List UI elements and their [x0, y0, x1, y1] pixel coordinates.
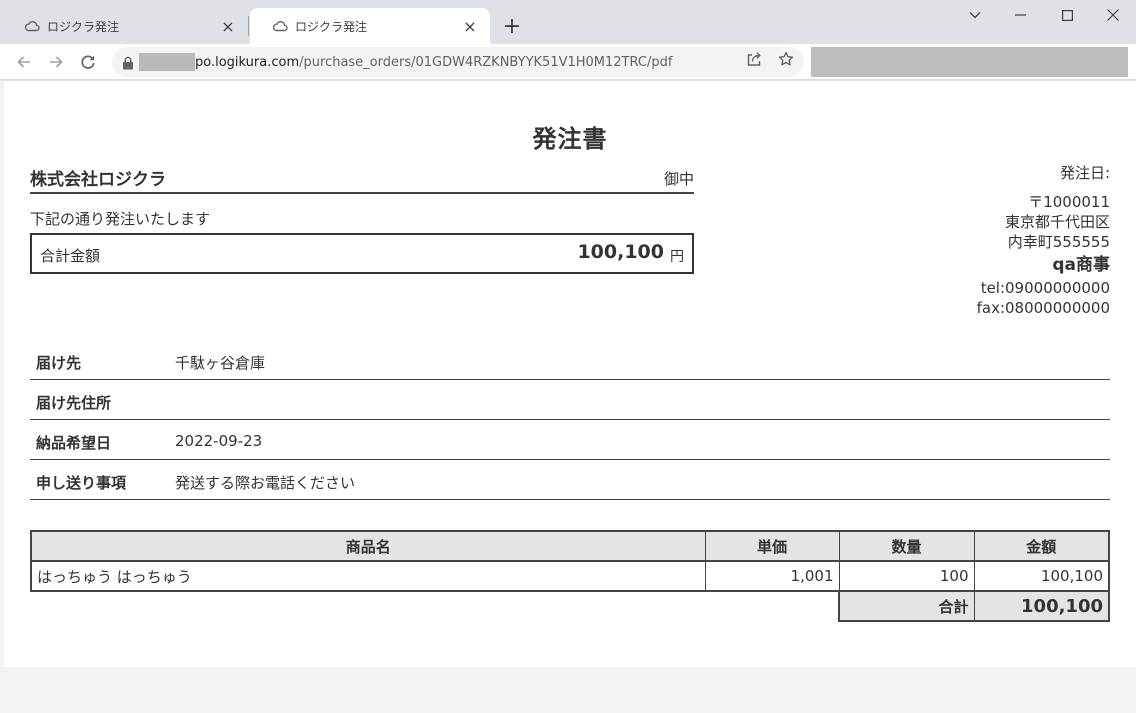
issuer-address2: 内幸町555555 — [1007, 233, 1110, 251]
info-label: 納品希望日 — [36, 434, 112, 452]
cell-unit-price: 1,001 — [704, 560, 840, 592]
browser-tab-active[interactable]: ロジクラ発注 × — [250, 8, 490, 44]
forward-arrow-icon[interactable] — [42, 48, 70, 76]
reload-icon[interactable] — [74, 48, 102, 76]
address-bar[interactable]: po.logikura.com/purchase_orders/01GDW4RZ… — [112, 47, 804, 77]
addressee-honorific: 御中 — [663, 170, 694, 188]
cell-amount: 100,100 — [973, 560, 1110, 592]
close-tab-icon[interactable]: × — [462, 17, 478, 36]
share-icon[interactable] — [743, 48, 765, 70]
close-tab-icon[interactable]: × — [220, 17, 236, 36]
items-header-row: 商品名 単価 数量 金額 — [30, 530, 1110, 562]
total-label: 合計金額 — [40, 247, 101, 265]
browser-tab[interactable]: ロジクラ発注 × — [2, 8, 249, 44]
tab-strip: ロジクラ発注 × ロジクラ発注 × + — [0, 0, 1136, 44]
issuer-block: 発注日: 〒1000011 東京都千代田区 内幸町555555 qa商事 tel… — [977, 163, 1110, 318]
column-header-quantity: 数量 — [838, 530, 975, 562]
items-table: 商品名 単価 数量 金額 はっちゅう はっちゅう 1,001 100 100,1… — [30, 530, 1110, 622]
issuer-name: qa商事 — [1052, 255, 1110, 275]
total-unit: 円 — [670, 249, 684, 265]
order-date-label: 発注日: — [1059, 164, 1110, 182]
info-row-destination-address: 届け先住所 — [30, 380, 1110, 420]
page-viewport: 発注書 株式会社ロジクラ 御中 下記の通り発注いたします 合計金額 100,10… — [0, 81, 1136, 713]
document-title: 発注書 — [532, 125, 608, 153]
info-value: 発送する際お電話ください — [175, 474, 356, 492]
lock-icon[interactable] — [122, 55, 134, 70]
new-tab-button[interactable]: + — [500, 14, 524, 39]
url-text: po.logikura.com/purchase_orders/01GDW4RZ… — [195, 55, 672, 70]
url-path: /purchase_orders/01GDW4RZKNBYYK51V1H0M12… — [299, 54, 673, 70]
tab-search-icon[interactable] — [952, 0, 998, 30]
total-amount: 100,100 — [577, 241, 664, 263]
maximize-icon[interactable] — [1044, 0, 1090, 30]
back-arrow-icon[interactable] — [10, 48, 38, 76]
issuer-address1: 東京都千代田区 — [1004, 213, 1110, 231]
info-row-notes: 申し送り事項 発送する際お電話ください — [30, 460, 1110, 500]
addressee-company: 株式会社ロジクラ — [30, 170, 166, 190]
info-label: 届け先 — [36, 354, 82, 372]
total-box: 合計金額 100,100 円 — [30, 233, 694, 274]
url-host: po.logikura.com — [195, 54, 300, 70]
cell-product-name: はっちゅう はっちゅう — [30, 560, 706, 592]
intro-text: 下記の通り発注いたします — [30, 210, 211, 228]
close-window-icon[interactable] — [1090, 0, 1136, 30]
sum-row: 合計 100,100 — [31, 590, 1110, 622]
info-row-delivery-date: 納品希望日 2022-09-23 — [30, 420, 1110, 460]
column-header-product: 商品名 — [30, 530, 706, 562]
info-label: 届け先住所 — [36, 394, 112, 412]
issuer-postal: 〒1000011 — [1028, 193, 1110, 211]
redacted-url-part — [139, 53, 195, 71]
issuer-fax: fax:08000000000 — [976, 299, 1110, 317]
redacted-extensions-area — [811, 47, 1128, 77]
minimize-icon[interactable] — [998, 0, 1044, 30]
sum-value: 100,100 — [973, 590, 1110, 622]
addressee: 株式会社ロジクラ 御中 — [30, 165, 694, 194]
cloud-icon — [272, 19, 288, 33]
sum-row-spacer — [31, 591, 839, 621]
issuer-tel: tel:09000000000 — [980, 279, 1110, 297]
info-value: 千駄ヶ谷倉庫 — [175, 354, 266, 372]
delivery-info: 届け先 千駄ヶ谷倉庫 届け先住所 納品希望日 2022-09-23 申し送り事項… — [30, 340, 1110, 500]
column-header-amount: 金額 — [973, 530, 1110, 562]
cloud-icon — [24, 19, 40, 33]
purchase-order-sheet: 発注書 株式会社ロジクラ 御中 下記の通り発注いたします 合計金額 100,10… — [4, 81, 1136, 667]
info-row-destination: 届け先 千駄ヶ谷倉庫 — [30, 340, 1110, 380]
browser-toolbar: po.logikura.com/purchase_orders/01GDW4RZ… — [0, 44, 1136, 80]
column-header-unit-price: 単価 — [704, 530, 840, 562]
tab-title: ロジクラ発注 — [47, 19, 120, 34]
cell-quantity: 100 — [838, 560, 975, 592]
info-label: 申し送り事項 — [36, 474, 127, 492]
table-row: はっちゅう はっちゅう 1,001 100 100,100 — [30, 560, 1110, 592]
sum-label: 合計 — [838, 590, 975, 622]
info-value: 2022-09-23 — [175, 432, 263, 450]
tab-title: ロジクラ発注 — [295, 19, 368, 34]
star-icon[interactable] — [775, 48, 797, 70]
